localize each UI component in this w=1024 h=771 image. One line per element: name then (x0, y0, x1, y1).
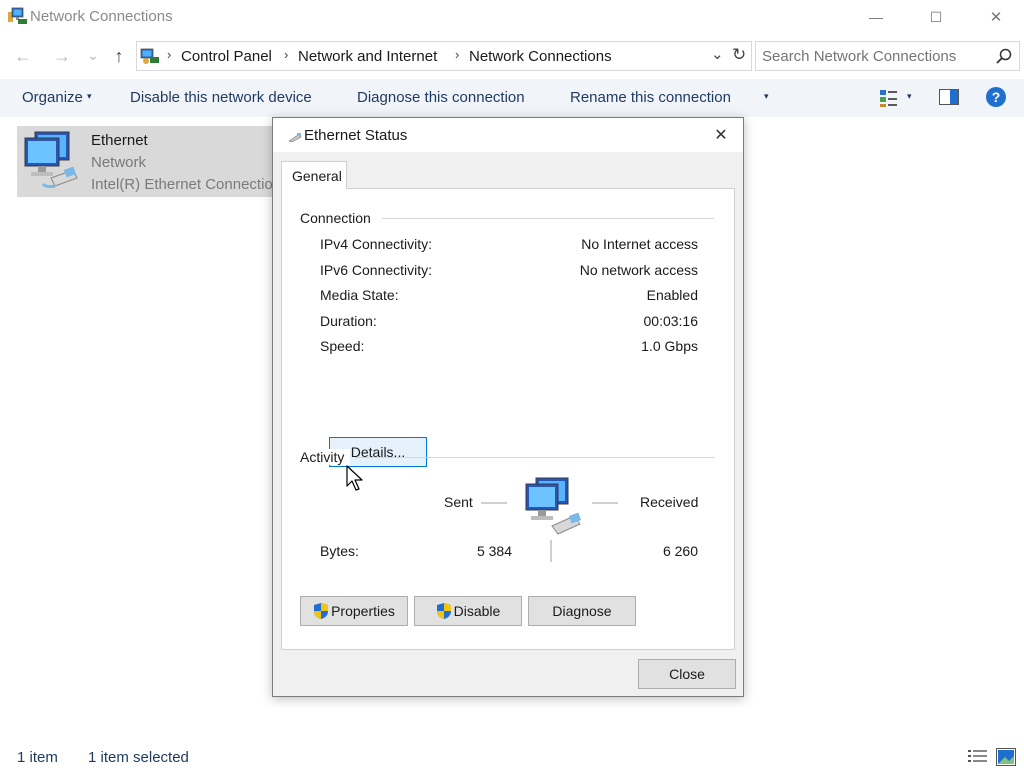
breadcrumb-network-connections[interactable]: Network Connections (469, 48, 612, 65)
close-window-button[interactable]: ✕ (966, 0, 1024, 34)
ipv6-connectivity-value: No network access (579, 262, 698, 278)
activity-group-label: Activity (300, 449, 351, 465)
breadcrumb-separator: › (167, 47, 172, 62)
activity-group-divider (355, 457, 714, 458)
breadcrumb-network-and-internet[interactable]: Network and Internet (298, 48, 437, 65)
network-adapter-icon (24, 131, 78, 189)
forward-button[interactable]: → (51, 44, 73, 68)
ipv4-connectivity-label: IPv4 Connectivity: (320, 236, 433, 252)
large-icons-view-icon[interactable] (996, 748, 1016, 766)
refresh-icon[interactable]: ↻ (732, 45, 746, 65)
maximize-button[interactable]: ☐ (906, 0, 966, 34)
tab-general[interactable]: General (281, 161, 347, 189)
ipv6-connectivity-label: IPv6 Connectivity: (320, 262, 433, 278)
search-icon[interactable] (996, 48, 1012, 64)
disable-label: Disable (453, 603, 501, 619)
address-dropdown-icon[interactable]: ⌄ (711, 45, 724, 63)
media-state-value: Enabled (646, 287, 698, 303)
breadcrumb-separator[interactable]: › (284, 47, 288, 62)
recent-locations-button[interactable]: ⌄ (82, 43, 104, 67)
breadcrumb-control-panel[interactable]: Control Panel (181, 48, 272, 65)
breadcrumb-separator[interactable]: › (455, 47, 459, 62)
disable-button[interactable]: Disable (414, 596, 522, 626)
selected-count: 1 item selected (88, 749, 189, 766)
command-bar: Organize ▾ Disable this network device D… (0, 79, 1024, 117)
connection-group-label: Connection (300, 210, 377, 226)
duration-value: 00:03:16 (643, 313, 699, 329)
view-options-arrow-icon[interactable]: ▾ (907, 91, 912, 102)
speed-label: Speed: (320, 338, 365, 354)
control-panel-icon (140, 48, 159, 64)
tab-general-label: General (292, 168, 342, 184)
ethernet-status-dialog: Ethernet Status ✕ General Connection IPv… (272, 117, 744, 697)
title-bar: Network Connections — ☐ ✕ (0, 0, 1024, 34)
organize-arrow-icon: ▾ (87, 91, 92, 101)
help-icon[interactable]: ? (986, 87, 1006, 107)
address-bar[interactable]: › Control Panel › Network and Internet ›… (136, 41, 752, 71)
organize-button[interactable]: Organize ▾ (22, 89, 92, 106)
uac-shield-icon (436, 603, 451, 619)
connection-adapter: Intel(R) Ethernet Connection (91, 176, 279, 193)
network-activity-icon (525, 477, 582, 535)
ipv4-connectivity-value: No Internet access (581, 236, 698, 252)
uac-shield-icon (314, 603, 329, 619)
organize-label: Organize (22, 89, 83, 106)
disable-network-device-button[interactable]: Disable this network device (130, 89, 312, 106)
connection-network: Network (91, 154, 147, 171)
preview-pane-icon[interactable] (939, 89, 959, 105)
close-button[interactable]: Close (638, 659, 736, 689)
diagnose-connection-button[interactable]: Diagnose this connection (357, 89, 525, 106)
connection-group-divider (382, 218, 714, 219)
connection-name: Ethernet (91, 132, 148, 149)
back-button[interactable]: ← (12, 44, 34, 68)
properties-button[interactable]: Properties (300, 596, 408, 626)
search-box[interactable] (755, 41, 1020, 71)
rename-connection-button[interactable]: Rename this connection (570, 89, 731, 106)
more-commands-arrow-icon[interactable]: ▾ (764, 91, 769, 102)
dialog-close-icon[interactable]: ✕ (705, 124, 737, 146)
ethernet-connection-item[interactable]: Ethernet Network Intel(R) Ethernet Conne… (17, 126, 279, 197)
sent-line (481, 502, 507, 504)
dialog-title-bar[interactable]: Ethernet Status ✕ (273, 118, 743, 152)
diagnose-button[interactable]: Diagnose (528, 596, 636, 626)
details-view-icon[interactable] (968, 749, 987, 765)
search-input[interactable] (762, 46, 982, 66)
properties-label: Properties (331, 603, 395, 619)
general-tab-panel: Connection IPv4 Connectivity: No Interne… (281, 188, 735, 650)
bytes-received-value: 6 260 (662, 543, 698, 559)
dialog-title: Ethernet Status (304, 127, 408, 144)
speed-value: 1.0 Gbps (641, 338, 698, 354)
duration-label: Duration: (320, 313, 377, 329)
sent-label: Sent (444, 494, 473, 510)
received-line (592, 502, 618, 504)
window-title: Network Connections (30, 8, 173, 25)
item-count: 1 item (17, 749, 58, 766)
media-state-label: Media State: (320, 287, 399, 303)
change-view-icon[interactable] (879, 88, 899, 108)
ethernet-cable-icon (288, 133, 302, 142)
received-label: Received (640, 494, 699, 510)
minimize-button[interactable]: — (846, 0, 906, 34)
up-button[interactable]: ↑ (108, 44, 130, 68)
mouse-cursor-icon (346, 465, 363, 491)
network-connections-icon (8, 7, 27, 24)
